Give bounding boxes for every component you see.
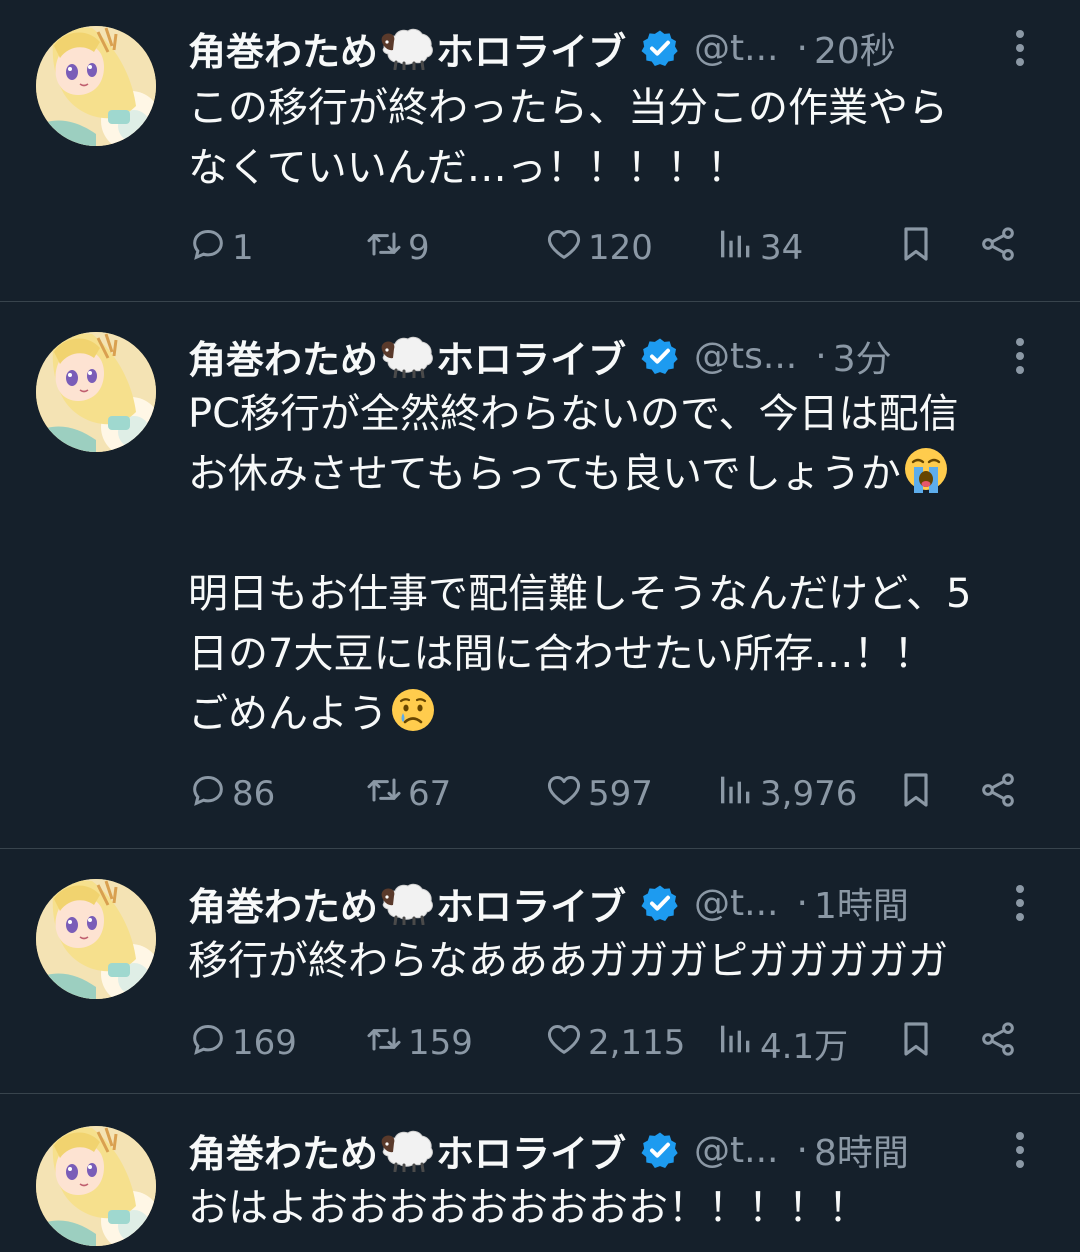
heart-icon (544, 770, 588, 819)
like-count: 120 (588, 228, 653, 268)
separator-dot: · (796, 27, 808, 69)
sheep-emoji (380, 334, 434, 380)
action-bar: 1 9 120 34 (188, 218, 1040, 278)
bookmark-button[interactable] (896, 218, 940, 278)
views-button[interactable]: 3,976 (716, 764, 857, 824)
share-icon (978, 770, 1022, 819)
share-button[interactable] (978, 764, 1022, 824)
reply-button[interactable]: 169 (188, 1013, 297, 1073)
tweet[interactable]: 角巻わため ホロライブ @t... · 20秒 この移行が終わったら、当分この作業… (0, 0, 1080, 302)
reply-icon (188, 770, 232, 819)
view-count: 4.1万 (760, 1026, 849, 1067)
tweet[interactable]: 角巻わため ホロライブ @ts... · 3分 PC移行が全然終わらないので、今日… (0, 302, 1080, 849)
tweet-text: 移行が終わらなあああガガガピガガガガガ (188, 938, 948, 984)
tweet-text: PC移行が全然終わらないので、今日は配信 お休みさせてもらっても良いでしょうか … (188, 391, 972, 737)
views-button[interactable]: 34 (716, 218, 803, 278)
tweet[interactable]: 角巻わため ホロライブ @t... · 8時間 おはよおおおおおおおおお！！！！！ (0, 1094, 1080, 1252)
retweet-button[interactable]: 67 (364, 764, 451, 824)
share-button[interactable] (978, 218, 1022, 278)
reply-count: 86 (232, 774, 276, 814)
more-options-icon[interactable] (1000, 326, 1040, 386)
tweet-header: 角巻わため ホロライブ @t... · 20秒 (188, 18, 1040, 78)
reply-icon (188, 224, 232, 273)
sheep-emoji (380, 1128, 434, 1174)
action-bar: 169 159 2,115 4.1万 (188, 1013, 1040, 1073)
share-button[interactable] (978, 1013, 1022, 1073)
sheep-emoji (380, 26, 434, 72)
share-icon (978, 1019, 1022, 1068)
view-count: 34 (760, 228, 804, 268)
like-button[interactable]: 2,115 (544, 1013, 685, 1073)
tweet-header: 角巻わため ホロライブ @t... · 1時間 (188, 873, 1040, 933)
retweet-icon (364, 224, 408, 273)
timestamp[interactable]: 1時間 (814, 877, 909, 929)
reply-button[interactable]: 1 (188, 218, 254, 278)
reply-count: 169 (232, 1023, 297, 1063)
avatar[interactable] (36, 26, 156, 146)
more-options-icon[interactable] (1000, 1120, 1040, 1180)
retweet-icon (364, 1019, 408, 1068)
separator-dot: · (796, 1129, 808, 1171)
like-count: 597 (588, 774, 653, 814)
timeline-feed[interactable]: 角巻わため ホロライブ @t... · 20秒 この移行が終わったら、当分この作業… (0, 0, 1080, 1252)
verified-badge-icon (640, 336, 680, 376)
heart-icon (544, 1019, 588, 1068)
tweet-header: 角巻わため ホロライブ @ts... · 3分 (188, 326, 1040, 386)
bookmark-icon (896, 770, 940, 819)
bookmark-button[interactable] (896, 1013, 940, 1073)
handle[interactable]: @t... (694, 883, 778, 924)
avatar[interactable] (36, 1126, 156, 1246)
retweet-count: 159 (408, 1023, 473, 1063)
verified-badge-icon (640, 28, 680, 68)
reply-count: 1 (232, 228, 254, 268)
avatar[interactable] (36, 879, 156, 999)
loudly-crying-face-emoji (901, 445, 951, 495)
separator-dot: · (815, 335, 827, 377)
handle[interactable]: @ts... (694, 336, 797, 377)
like-button[interactable]: 597 (544, 764, 653, 824)
verified-badge-icon (640, 1130, 680, 1170)
view-count: 3,976 (760, 774, 858, 814)
timestamp[interactable]: 8時間 (814, 1124, 909, 1176)
reply-button[interactable]: 86 (188, 764, 275, 824)
share-icon (978, 224, 1022, 273)
views-icon (716, 770, 760, 819)
reply-icon (188, 1019, 232, 1068)
tweet[interactable]: 角巻わため ホロライブ @t... · 1時間 移行が終わらなあああガガガピガガガ… (0, 849, 1080, 1094)
separator-dot: · (796, 882, 808, 924)
bookmark-icon (896, 1019, 940, 1068)
retweet-button[interactable]: 9 (364, 218, 430, 278)
more-options-icon[interactable] (1000, 18, 1040, 78)
display-name[interactable]: 角巻わため ホロライブ (188, 329, 626, 384)
handle[interactable]: @t... (694, 28, 778, 69)
action-bar: 86 67 597 3,976 (188, 764, 1040, 824)
display-name[interactable]: 角巻わため ホロライブ (188, 21, 626, 76)
retweet-count: 9 (408, 228, 430, 268)
display-name[interactable]: 角巻わため ホロライブ (188, 1123, 626, 1178)
timestamp[interactable]: 20秒 (814, 22, 896, 74)
avatar[interactable] (36, 332, 156, 452)
handle[interactable]: @t... (694, 1130, 778, 1171)
crying-face-emoji (388, 685, 438, 735)
retweet-button[interactable]: 159 (364, 1013, 473, 1073)
verified-badge-icon (640, 883, 680, 923)
display-name[interactable]: 角巻わため ホロライブ (188, 876, 626, 931)
views-icon (716, 224, 760, 273)
tweet-header: 角巻わため ホロライブ @t... · 8時間 (188, 1120, 1040, 1180)
bookmark-button[interactable] (896, 764, 940, 824)
bookmark-icon (896, 224, 940, 273)
retweet-icon (364, 770, 408, 819)
sheep-emoji (380, 881, 434, 927)
views-icon (716, 1019, 760, 1068)
like-count: 2,115 (588, 1023, 686, 1063)
heart-icon (544, 224, 588, 273)
views-button[interactable]: 4.1万 (716, 1013, 848, 1073)
timestamp[interactable]: 3分 (833, 330, 892, 382)
retweet-count: 67 (408, 774, 452, 814)
tweet-text: おはよおおおおおおおおお！！！！！ (188, 1185, 868, 1231)
tweet-text: この移行が終わったら、当分この作業やら なくていいんだ…っ！！！！！ (188, 85, 948, 191)
like-button[interactable]: 120 (544, 218, 653, 278)
more-options-icon[interactable] (1000, 873, 1040, 933)
